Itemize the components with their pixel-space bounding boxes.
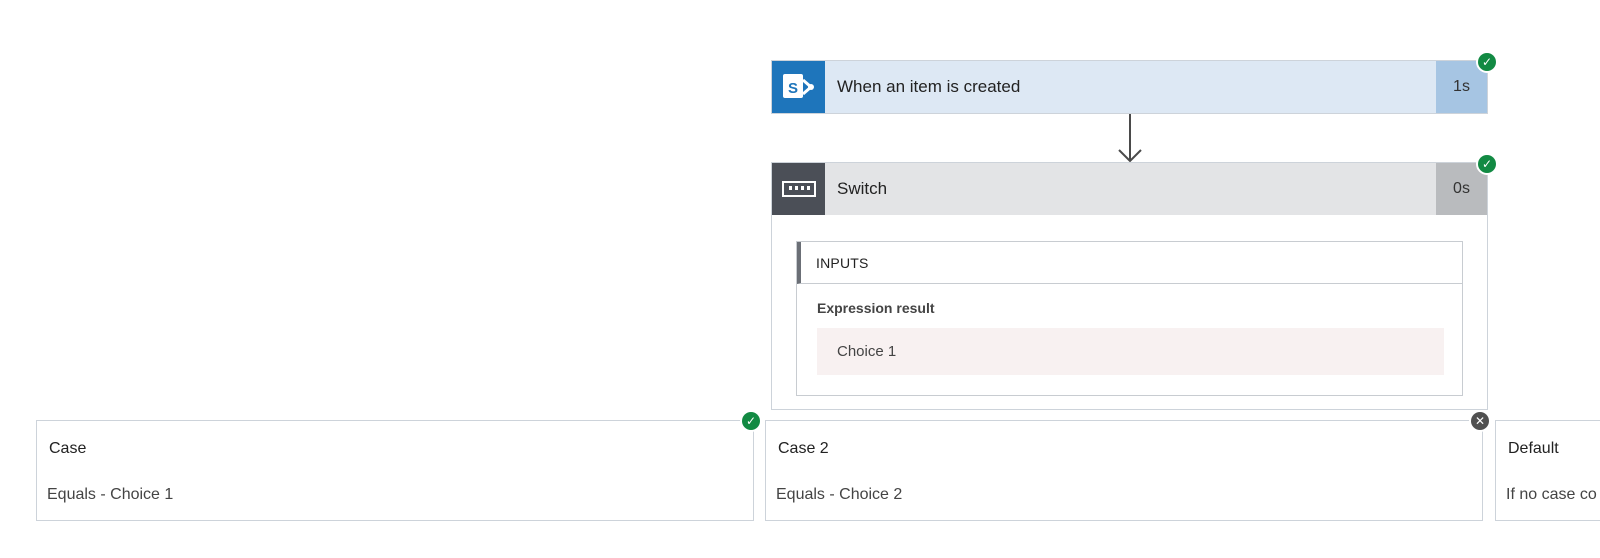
- case-card[interactable]: Case Equals - Choice 1: [36, 420, 754, 521]
- case-2-title: Case 2: [778, 440, 829, 457]
- inputs-panel: INPUTS Expression result Choice 1: [796, 241, 1463, 396]
- trigger-step-title: When an item is created: [837, 77, 1021, 96]
- case-condition: Equals - Choice 1: [47, 486, 174, 503]
- case-2-card[interactable]: Case 2 Equals - Choice 2: [765, 420, 1483, 521]
- sharepoint-icon: S: [772, 61, 825, 113]
- switch-step-card[interactable]: Switch 0s INPUTS Expression result Choic…: [771, 162, 1488, 410]
- default-case-condition: If no case co: [1506, 486, 1597, 503]
- case-success-check-icon: ✓: [742, 412, 760, 430]
- switch-success-check-icon: ✓: [1478, 155, 1496, 173]
- default-case-title: Default: [1508, 440, 1559, 457]
- case-title: Case: [49, 440, 87, 457]
- trigger-success-check-icon: ✓: [1478, 53, 1496, 71]
- case-2-skipped-x-icon: ✕: [1471, 412, 1489, 430]
- inputs-header: INPUTS: [797, 242, 1462, 284]
- trigger-duration: 1s: [1436, 61, 1487, 113]
- switch-duration: 0s: [1436, 163, 1487, 215]
- flow-arrow-down-icon: [1118, 114, 1142, 162]
- trigger-step-header[interactable]: S When an item is created 1s: [772, 61, 1487, 113]
- trigger-step-card[interactable]: S When an item is created 1s: [771, 60, 1488, 114]
- switch-step-header[interactable]: Switch 0s: [772, 163, 1487, 215]
- flow-canvas: S When an item is created 1s ✓ Switch 0s…: [0, 0, 1600, 558]
- expression-result-value: Choice 1: [817, 328, 1444, 375]
- default-case-card[interactable]: Default If no case co: [1495, 420, 1600, 521]
- svg-text:S: S: [787, 80, 797, 97]
- case-2-condition: Equals - Choice 2: [776, 486, 903, 503]
- switch-step-title: Switch: [837, 179, 888, 198]
- switch-icon: [772, 163, 825, 215]
- expression-result-label: Expression result: [817, 300, 935, 316]
